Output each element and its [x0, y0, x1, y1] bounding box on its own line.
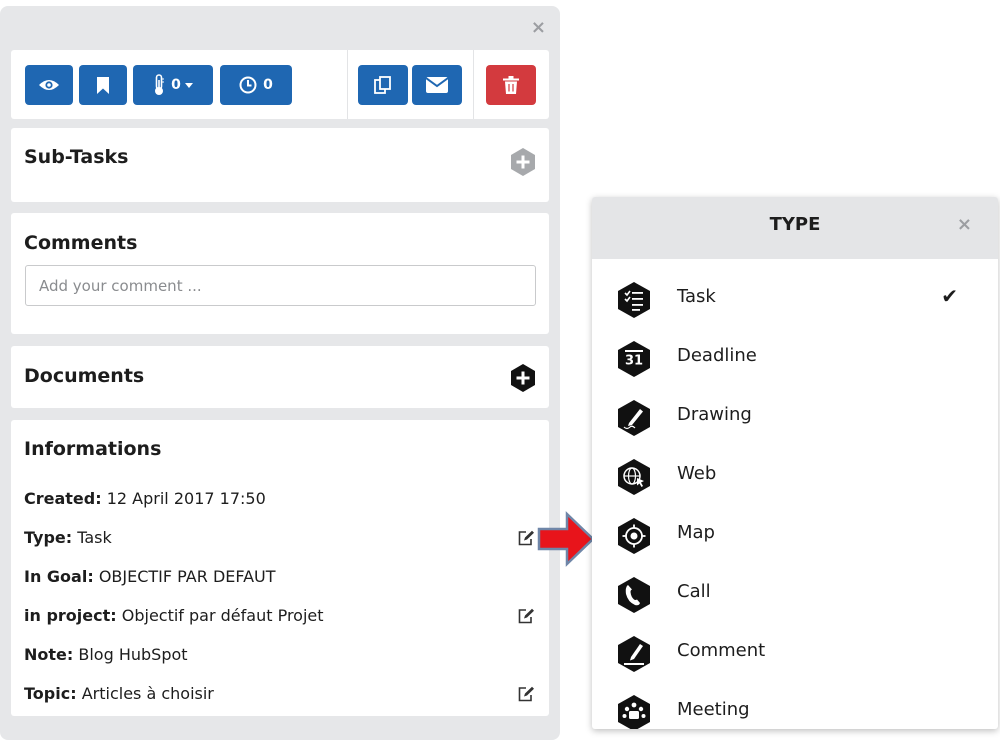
info-row-note: Note: Blog HubSpot	[24, 645, 188, 664]
trash-icon	[503, 76, 519, 94]
edit-project-icon[interactable]	[518, 608, 535, 624]
task-list-icon	[618, 282, 650, 318]
toolbar-divider	[347, 50, 348, 119]
type-option-meeting[interactable]: Meeting	[592, 682, 998, 729]
envelope-icon	[426, 77, 448, 93]
comment-input[interactable]	[25, 265, 536, 306]
task-toolbar: 0 0	[11, 50, 549, 119]
info-label: Topic:	[24, 684, 77, 703]
type-title: TYPE	[769, 214, 821, 235]
info-value: Task	[77, 528, 112, 547]
thermometer-icon	[155, 74, 165, 95]
stage: × 0 0 Sub-Tasks Comments Add your commen…	[0, 0, 1000, 750]
type-option-label: Map	[677, 522, 715, 543]
phone-icon	[618, 577, 650, 613]
watch-button[interactable]	[25, 65, 73, 105]
type-option-label: Call	[677, 581, 711, 602]
subtasks-card: Sub-Tasks	[11, 128, 549, 202]
documents-card: Documents	[11, 346, 549, 408]
type-option-label: Web	[677, 463, 717, 484]
meeting-people-icon	[618, 695, 650, 729]
type-option-map[interactable]: Map	[592, 505, 998, 563]
task-detail-panel: × 0 0 Sub-Tasks Comments Add your commen…	[0, 6, 560, 740]
copy-icon	[374, 76, 391, 94]
type-option-deadline[interactable]: 31 Deadline	[592, 328, 998, 386]
info-row-topic: Topic: Articles à choisir	[24, 684, 214, 703]
check-icon: ✔	[941, 284, 958, 308]
edit-topic-icon[interactable]	[518, 686, 535, 702]
type-header: TYPE ×	[592, 197, 998, 259]
info-label: Created:	[24, 489, 102, 508]
type-option-label: Comment	[677, 640, 766, 661]
temperature-count: 0	[171, 77, 181, 93]
type-option-label: Meeting	[677, 699, 750, 720]
info-value: Objectif par défaut Projet	[121, 606, 324, 625]
type-dropdown-panel: TYPE × Task ✔ 31 Deadline Drawing Web Ma…	[592, 197, 998, 729]
calendar-31-icon: 31	[618, 341, 650, 377]
edit-type-icon[interactable]	[518, 530, 535, 546]
toolbar-divider	[473, 50, 474, 119]
delete-button[interactable]	[486, 65, 536, 105]
type-option-task[interactable]: Task ✔	[592, 269, 998, 327]
eye-icon	[39, 80, 59, 90]
email-button[interactable]	[412, 65, 462, 105]
type-option-label: Drawing	[677, 404, 752, 425]
type-option-web[interactable]: Web	[592, 446, 998, 504]
map-target-icon	[618, 518, 650, 554]
info-value: OBJECTIF PAR DEFAUT	[98, 567, 276, 586]
info-label: In Goal:	[24, 567, 94, 586]
documents-title: Documents	[24, 365, 145, 387]
add-subtask-plus-icon[interactable]	[509, 147, 537, 177]
globe-cursor-icon	[618, 459, 650, 495]
info-row-type: Type: Task	[24, 528, 112, 547]
duplicate-button[interactable]	[358, 65, 408, 105]
red-arrow-icon	[537, 511, 595, 567]
info-value: Blog HubSpot	[78, 645, 188, 664]
add-document-plus-icon[interactable]	[509, 363, 537, 393]
info-row-goal: In Goal: OBJECTIF PAR DEFAUT	[24, 567, 276, 586]
info-value: 12 April 2017 17:50	[106, 489, 266, 508]
info-label: in project:	[24, 606, 117, 625]
info-row-created: Created: 12 April 2017 17:50	[24, 489, 266, 508]
subtasks-title: Sub-Tasks	[24, 146, 129, 168]
type-option-label: Task	[677, 286, 716, 307]
info-label: Note:	[24, 645, 74, 664]
svg-text:31: 31	[625, 354, 643, 369]
info-label: Type:	[24, 528, 73, 547]
timer-count: 0	[263, 77, 273, 93]
info-value: Articles à choisir	[81, 684, 214, 703]
clock-icon	[239, 76, 257, 94]
close-panel-button[interactable]: ×	[531, 19, 546, 37]
bookmark-icon	[97, 76, 109, 94]
type-option-call[interactable]: Call	[592, 564, 998, 622]
caret-down-icon	[184, 82, 193, 88]
info-row-project: in project: Objectif par défaut Projet	[24, 606, 324, 625]
pen-comment-icon	[618, 636, 650, 672]
informations-card: Informations Created: 12 April 2017 17:5…	[11, 420, 549, 716]
type-option-drawing[interactable]: Drawing	[592, 387, 998, 445]
type-option-label: Deadline	[677, 345, 757, 366]
temperature-dropdown-button[interactable]: 0	[133, 65, 213, 105]
timer-button[interactable]: 0	[220, 65, 292, 105]
pencil-drawing-icon	[618, 400, 650, 436]
bookmark-button[interactable]	[79, 65, 127, 105]
comments-card: Comments	[11, 213, 549, 334]
close-type-button[interactable]: ×	[957, 214, 972, 235]
type-option-comment[interactable]: Comment	[592, 623, 998, 681]
informations-title: Informations	[24, 438, 162, 460]
comments-title: Comments	[24, 232, 138, 254]
